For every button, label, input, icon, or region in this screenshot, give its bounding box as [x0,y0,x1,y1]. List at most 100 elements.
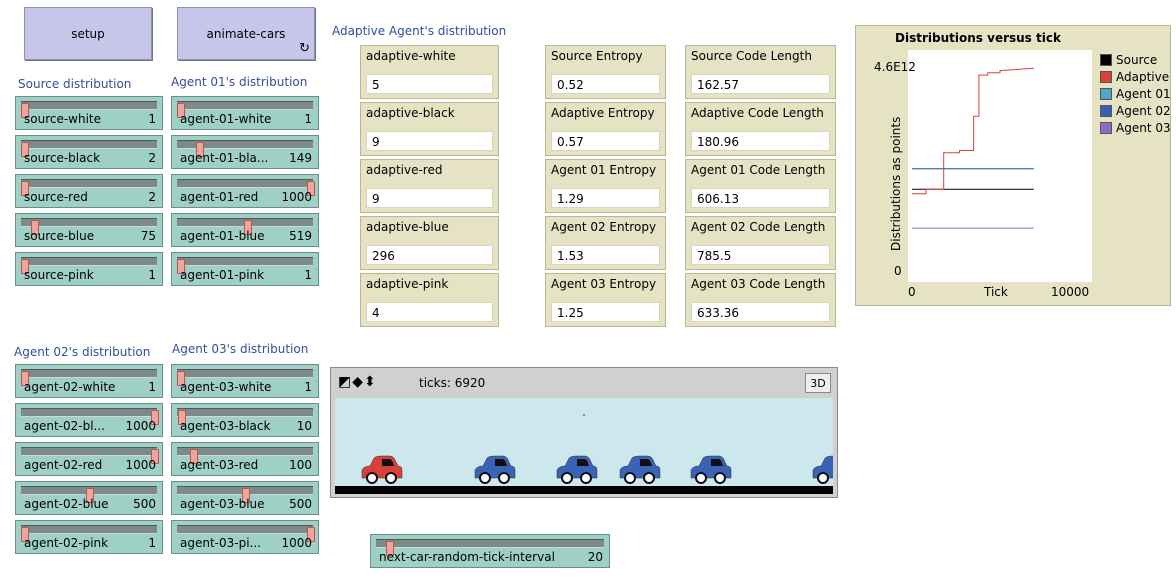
3d-button[interactable]: 3D [805,373,831,393]
monitor-label: Agent 03 Code Length [691,277,826,291]
animate-cars-button[interactable]: animate-cars ↻ [177,7,315,60]
slider-track[interactable] [21,179,157,196]
world-view[interactable]: ◩◆⬍ ticks: 6920 3D [330,367,838,498]
source-slider-4[interactable]: source-pink 1 [15,252,163,286]
x-axis-label: Tick [983,285,1008,299]
agent01-slider-4[interactable]: agent-01-pink 1 [171,252,319,286]
slider-track[interactable] [177,486,313,503]
slider-value: 1000 [125,458,156,472]
legend-label: Agent 02 [1116,104,1171,118]
slider-value: 1 [148,268,156,282]
monitor-value: 785.5 [691,245,830,265]
car-icon [812,455,833,484]
slider-label: agent-01-red [180,190,259,204]
slider-track[interactable] [177,179,315,196]
view-control-arrows-icon[interactable]: ◩◆⬍ [338,374,377,390]
slider-track[interactable] [376,539,604,556]
monitor-value: 9 [366,188,493,208]
dot [583,414,585,416]
distributions-plot: Distributions versus tick 4.6E12 0 0 100… [855,25,1171,306]
legend-entry: Agent 02 [1100,104,1171,118]
slider-label: source-pink [24,268,94,282]
ticks-counter: ticks: 6920 [419,376,486,390]
source-slider-2[interactable]: source-red 2 [15,174,163,208]
slider-track[interactable] [21,140,157,157]
legend-label: Agent 03 [1116,121,1171,135]
agent03-slider-2[interactable]: agent-03-red 100 [171,442,319,476]
agent03-slider-4[interactable]: agent-03-pi... 1000 [171,520,319,554]
slider-track[interactable] [21,525,157,542]
next-car-interval-slider[interactable]: next-car-random-tick-interval 20 [370,534,610,568]
agent01-slider-0[interactable]: agent-01-white 1 [171,96,319,130]
slider-track[interactable] [21,447,159,464]
agent02-slider-2[interactable]: agent-02-red 1000 [15,442,163,476]
slider-track[interactable] [177,525,315,542]
entropy-monitor-3: Agent 02 Entropy 1.53 [545,216,666,270]
slider-value: 519 [289,229,312,243]
legend-entry: Agent 01 [1100,87,1171,101]
source-slider-3[interactable]: source-blue 75 [15,213,163,247]
adaptive-monitor-4: adaptive-pink 4 [360,273,499,327]
slider-track[interactable] [177,140,313,157]
slider-label: source-black [24,151,101,165]
slider-label: agent-01-bla... [180,151,269,165]
slider-track[interactable] [177,447,313,464]
slider-track[interactable] [21,101,157,118]
slider-track[interactable] [177,101,313,118]
agent02-slider-4[interactable]: agent-02-pink 1 [15,520,163,554]
setup-button[interactable]: setup [24,7,152,60]
slider-track[interactable] [21,486,157,503]
car-icon [619,455,661,484]
slider-value: 1 [304,112,312,126]
slider-label: agent-02-bl... [24,419,105,433]
animate-cars-button-label: animate-cars [206,26,286,41]
slider-label: agent-03-red [180,458,259,472]
slider-track[interactable] [21,218,157,235]
legend-entry: Adaptive [1100,70,1169,84]
monitor-value: 9 [366,131,493,151]
monitor-value: 5 [366,74,493,94]
monitor-label: adaptive-red [366,163,443,177]
slider-track[interactable] [177,408,313,425]
source-slider-0[interactable]: source-white 1 [15,96,163,130]
slider-label: agent-01-pink [180,268,265,282]
agent03-slider-0[interactable]: agent-03-white 1 [171,364,319,398]
view-toolbar: ◩◆⬍ ticks: 6920 3D [331,368,837,398]
slider-track[interactable] [177,218,313,235]
agent02-slider-3[interactable]: agent-02-blue 500 [15,481,163,515]
slider-track[interactable] [177,257,313,274]
slider-value: 2 [148,190,156,204]
slider-track[interactable] [21,369,157,386]
agent01-slider-2[interactable]: agent-01-red 1000 [171,174,319,208]
slider-track[interactable] [177,369,313,386]
slider-track[interactable] [21,408,159,425]
plot-title: Distributions versus tick [895,31,1062,45]
codelength-monitor-1: Adaptive Code Length 180.96 [685,102,836,156]
monitor-value: 1.53 [551,245,660,265]
source-slider-1[interactable]: source-black 2 [15,135,163,169]
monitor-value: 1.25 [551,302,660,322]
forever-arrows-icon: ↻ [299,41,310,56]
agent01-slider-3[interactable]: agent-01-blue 519 [171,213,319,247]
y-axis-label: Distributions as points [889,117,903,251]
slider-label: next-car-random-tick-interval [379,550,555,564]
agent02-slider-1[interactable]: agent-02-bl... 1000 [15,403,163,437]
legend-swatch [1100,105,1112,117]
adaptive-monitor-0: adaptive-white 5 [360,45,499,99]
agent03-slider-3[interactable]: agent-03-blue 500 [171,481,319,515]
slider-label: agent-03-pi... [180,536,261,550]
monitor-value: 4 [366,302,493,322]
slider-track[interactable] [21,257,157,274]
codelength-monitor-3: Agent 02 Code Length 785.5 [685,216,836,270]
agent03-slider-1[interactable]: agent-03-black 10 [171,403,319,437]
slider-label: agent-03-black [180,419,271,433]
slider-value: 1 [148,380,156,394]
slider-label: agent-01-white [180,112,272,126]
legend-label: Source [1116,53,1158,67]
monitor-value: 0.57 [551,131,660,151]
agent01-slider-1[interactable]: agent-01-bla... 149 [171,135,319,169]
car-icon [556,455,598,484]
legend-entry: Source [1100,53,1157,67]
agent02-slider-0[interactable]: agent-02-white 1 [15,364,163,398]
car-icon [690,455,732,484]
